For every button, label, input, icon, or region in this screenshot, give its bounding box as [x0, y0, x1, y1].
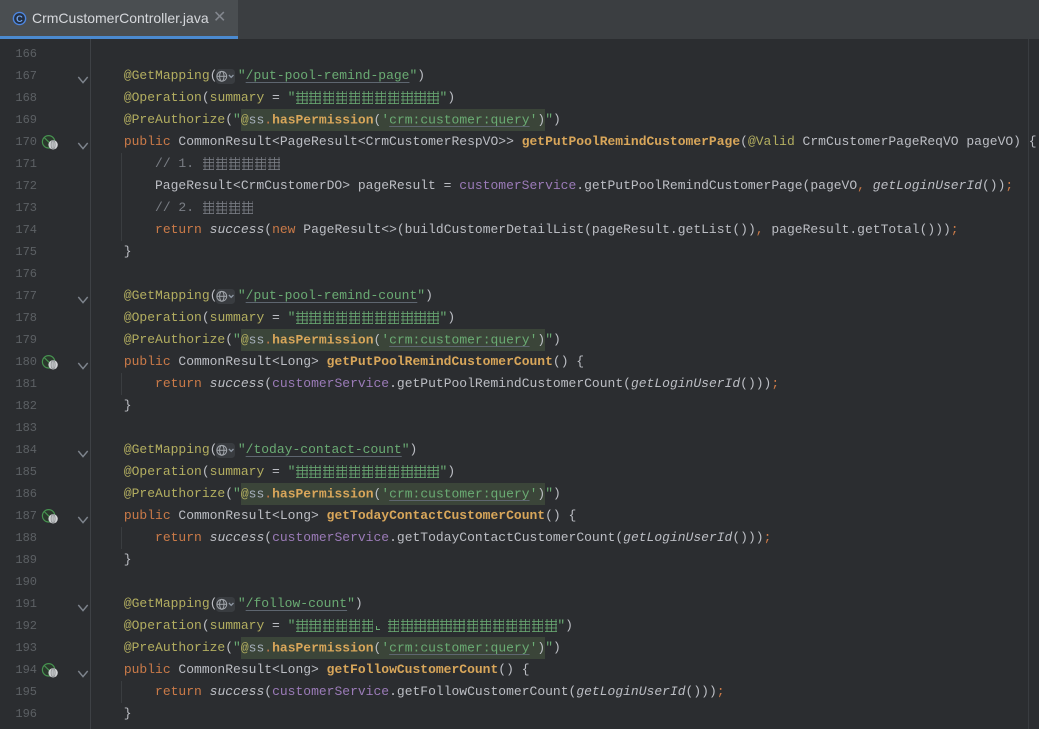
- svg-text:C: C: [16, 13, 23, 23]
